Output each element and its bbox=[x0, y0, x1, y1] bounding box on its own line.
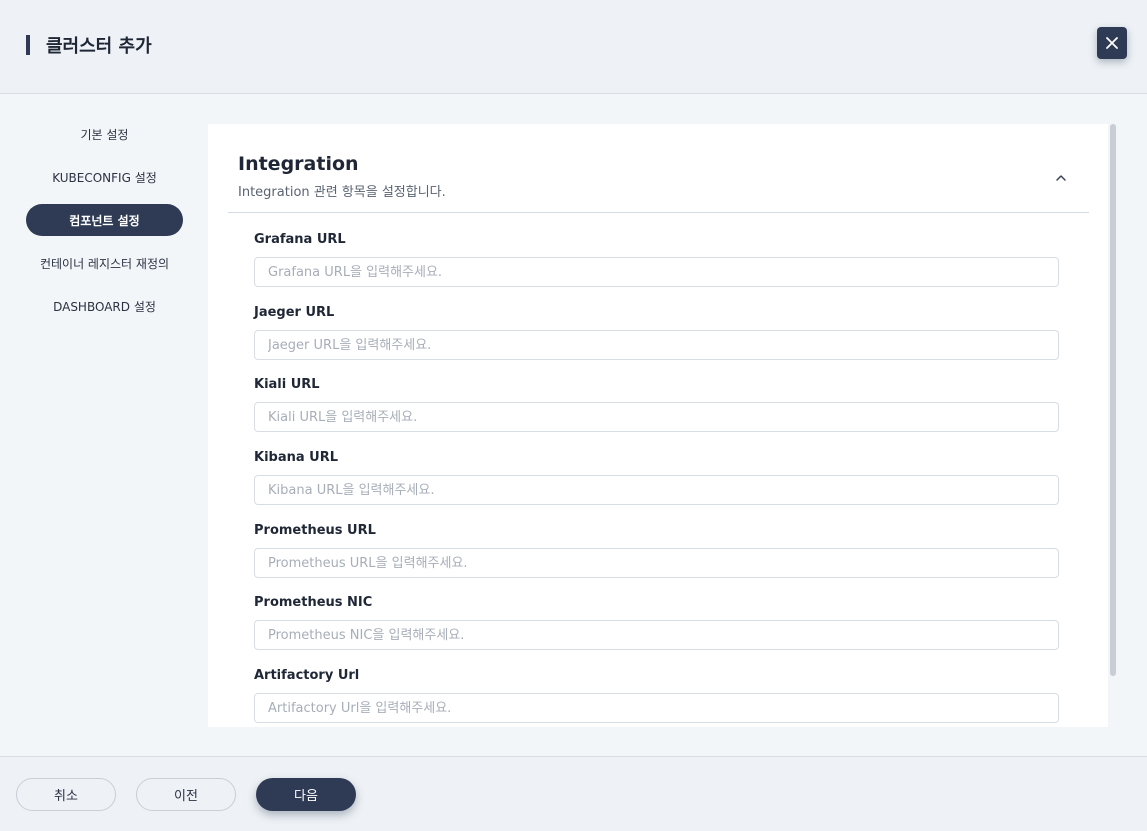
step-sidebar: 기본 설정 KUBECONFIG 설정 컴포넌트 설정 컨테이너 레지스터 재정… bbox=[26, 118, 183, 333]
chevron-up-icon[interactable] bbox=[1053, 170, 1069, 186]
sidebar-item-basic-settings[interactable]: 기본 설정 bbox=[26, 118, 183, 150]
section-title: Integration bbox=[238, 153, 359, 175]
section-header[interactable]: Integration Integration 관련 항목을 설정합니다. bbox=[208, 124, 1117, 213]
form-field-jaeger-url: Jaeger URL bbox=[254, 305, 1059, 360]
form-field-prometheus-url: Prometheus URL bbox=[254, 523, 1059, 578]
field-label: Prometheus NIC bbox=[254, 595, 373, 610]
title-accent-bar bbox=[26, 35, 30, 55]
dialog-footer: 취소 이전 다음 bbox=[0, 756, 1147, 831]
previous-button[interactable]: 이전 bbox=[136, 778, 236, 811]
kiali-url-input[interactable] bbox=[254, 402, 1059, 432]
cancel-button[interactable]: 취소 bbox=[16, 778, 116, 811]
field-label: Kiali URL bbox=[254, 377, 320, 392]
close-icon bbox=[1106, 37, 1118, 49]
form-field-artifactory-url: Artifactory Url bbox=[254, 668, 1059, 723]
section-subtitle: Integration 관련 항목을 설정합니다. bbox=[238, 185, 446, 200]
form-field-kibana-url: Kibana URL bbox=[254, 450, 1059, 505]
field-label: Kibana URL bbox=[254, 450, 339, 465]
sidebar-item-component-settings[interactable]: 컴포넌트 설정 bbox=[26, 204, 183, 236]
form-field-grafana-url: Grafana URL bbox=[254, 232, 1059, 287]
artifactory-url-input[interactable] bbox=[254, 693, 1059, 723]
content-panel: Integration Integration 관련 항목을 설정합니다. Gr… bbox=[208, 124, 1117, 727]
next-button[interactable]: 다음 bbox=[256, 778, 356, 811]
sidebar-item-container-registry[interactable]: 컨테이너 레지스터 재정의 bbox=[26, 247, 183, 279]
prometheus-url-input[interactable] bbox=[254, 548, 1059, 578]
form-field-prometheus-nic: Prometheus NIC bbox=[254, 595, 1059, 650]
page-title: 클러스터 추가 bbox=[46, 36, 152, 57]
prometheus-nic-input[interactable] bbox=[254, 620, 1059, 650]
sidebar-item-dashboard[interactable]: DASHBOARD 설정 bbox=[26, 290, 183, 322]
field-label: Prometheus URL bbox=[254, 523, 376, 538]
jaeger-url-input[interactable] bbox=[254, 330, 1059, 360]
sidebar-item-kubeconfig[interactable]: KUBECONFIG 설정 bbox=[26, 161, 183, 193]
section-divider bbox=[228, 212, 1089, 213]
close-button[interactable] bbox=[1097, 27, 1127, 59]
scrollbar-thumb[interactable] bbox=[1110, 124, 1116, 676]
grafana-url-input[interactable] bbox=[254, 257, 1059, 287]
field-label: Grafana URL bbox=[254, 232, 346, 247]
kibana-url-input[interactable] bbox=[254, 475, 1059, 505]
field-label: Jaeger URL bbox=[254, 305, 335, 320]
dialog-header: 클러스터 추가 bbox=[0, 0, 1147, 94]
field-label: Artifactory Url bbox=[254, 668, 360, 683]
form-field-kiali-url: Kiali URL bbox=[254, 377, 1059, 432]
